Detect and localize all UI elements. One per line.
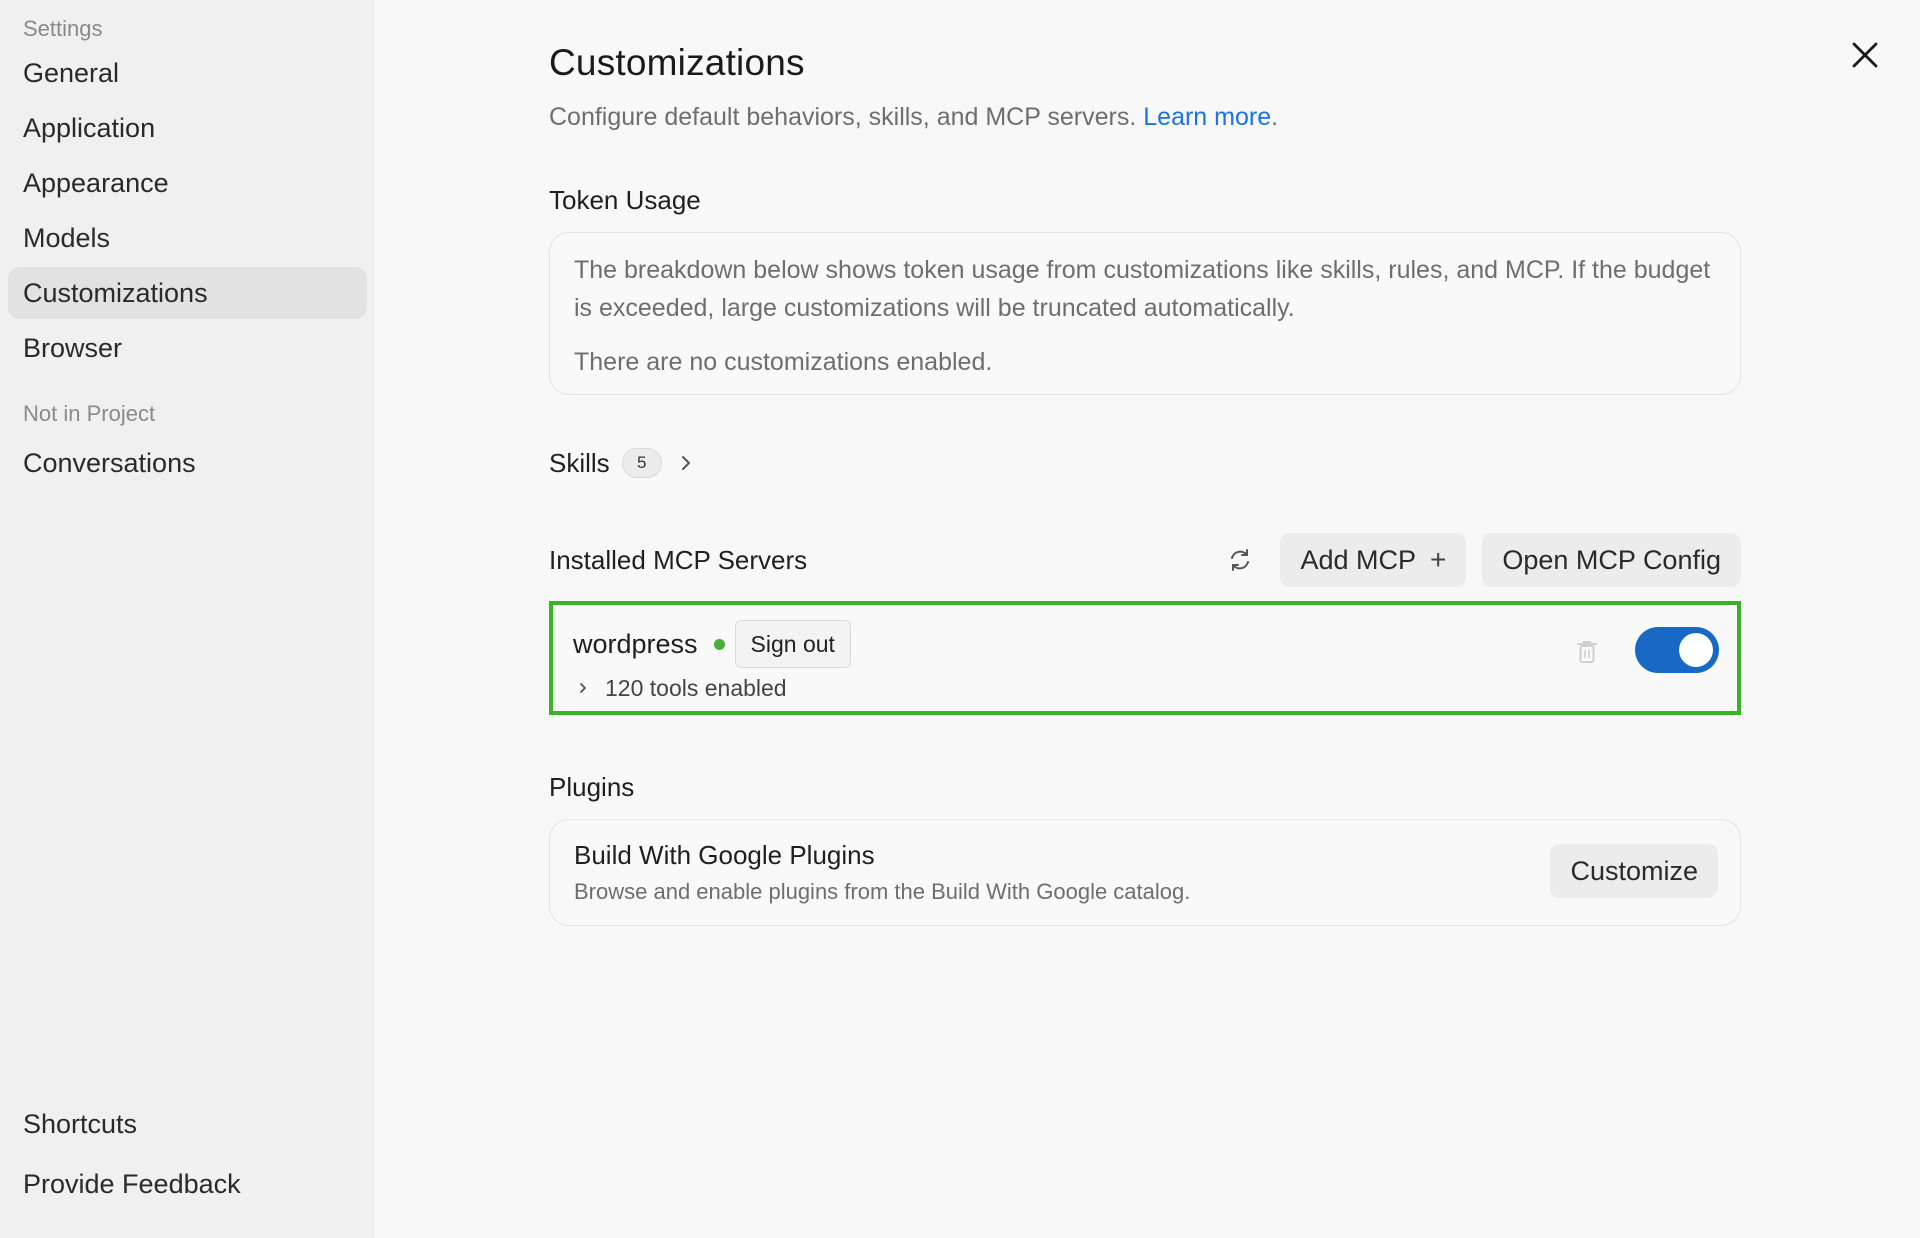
token-usage-empty-message: There are no customizations enabled.: [574, 348, 993, 376]
add-mcp-button[interactable]: Add MCP +: [1280, 533, 1467, 587]
main-panel: Customizations Configure default behavio…: [375, 0, 1920, 1238]
sidebar-section-label: Not in Project: [23, 401, 156, 426]
page-title: Customizations: [549, 42, 805, 83]
sidebar-item-general[interactable]: General: [8, 47, 367, 99]
sidebar-item-customizations[interactable]: Customizations: [8, 267, 367, 319]
plugin-card: Build With Google Plugins Browse and ena…: [549, 819, 1741, 926]
plugin-description: Browse and enable plugins from the Build…: [574, 879, 1191, 904]
skills-row[interactable]: Skills 5: [549, 445, 1741, 481]
open-mcp-config-button[interactable]: Open MCP Config: [1482, 533, 1741, 587]
mcp-tools-expander[interactable]: 120 tools enabled: [573, 671, 1717, 705]
sidebar-bottom: Shortcuts Provide Feedback: [8, 1090, 367, 1218]
token-usage-card: The breakdown below shows token usage fr…: [549, 232, 1741, 395]
sidebar-header: Settings: [23, 16, 103, 41]
plus-icon: +: [1430, 544, 1447, 575]
sidebar-item-shortcuts[interactable]: Shortcuts: [8, 1098, 367, 1150]
token-usage-title: Token Usage: [549, 185, 701, 215]
settings-window: Settings General Application Appearance …: [0, 0, 1920, 1238]
learn-more-link[interactable]: Learn more: [1143, 103, 1271, 131]
plugin-name: Build With Google Plugins: [574, 840, 875, 870]
skills-title: Skills: [549, 447, 610, 478]
mcp-enable-toggle[interactable]: [1635, 627, 1719, 673]
mcp-server-name: wordpress: [573, 628, 698, 659]
sidebar-item-application[interactable]: Application: [8, 102, 367, 154]
customize-button[interactable]: Customize: [1550, 844, 1718, 898]
mcp-server-card: wordpress Sign out 120 tools enabled: [549, 601, 1741, 715]
mcp-server-header: wordpress Sign out: [573, 620, 1717, 668]
mcp-tools-count: 120 tools enabled: [605, 674, 787, 701]
page-subtitle: Configure default behaviors, skills, and…: [549, 100, 1741, 134]
subtitle-text: Configure default behaviors, skills, and…: [549, 103, 1137, 131]
sign-out-button[interactable]: Sign out: [734, 620, 851, 668]
mcp-header: Installed MCP Servers Add MCP + Open MCP …: [549, 533, 1741, 587]
toggle-knob: [1679, 633, 1713, 667]
sidebar-item-provide-feedback[interactable]: Provide Feedback: [8, 1158, 367, 1210]
add-mcp-label: Add MCP: [1300, 545, 1417, 575]
skills-count-badge: 5: [621, 448, 662, 478]
chevron-right-icon: [580, 683, 586, 693]
sidebar: Settings General Application Appearance …: [0, 0, 375, 1238]
sidebar-item-conversations[interactable]: Conversations: [8, 437, 367, 489]
sidebar-item-appearance[interactable]: Appearance: [8, 157, 367, 209]
token-usage-description: The breakdown below shows token usage fr…: [574, 256, 1711, 322]
refresh-icon[interactable]: [1226, 546, 1254, 574]
chevron-right-icon[interactable]: [678, 453, 694, 473]
sidebar-item-models[interactable]: Models: [8, 212, 367, 264]
mcp-section-title: Installed MCP Servers: [549, 544, 808, 575]
trash-icon[interactable]: [1575, 639, 1599, 665]
status-dot: [713, 638, 725, 650]
sidebar-item-browser[interactable]: Browser: [8, 322, 367, 374]
plugins-title: Plugins: [549, 772, 635, 802]
content: Customizations Configure default behavio…: [549, 38, 1741, 926]
subtitle-period: .: [1271, 103, 1279, 131]
close-icon[interactable]: [1848, 38, 1882, 72]
